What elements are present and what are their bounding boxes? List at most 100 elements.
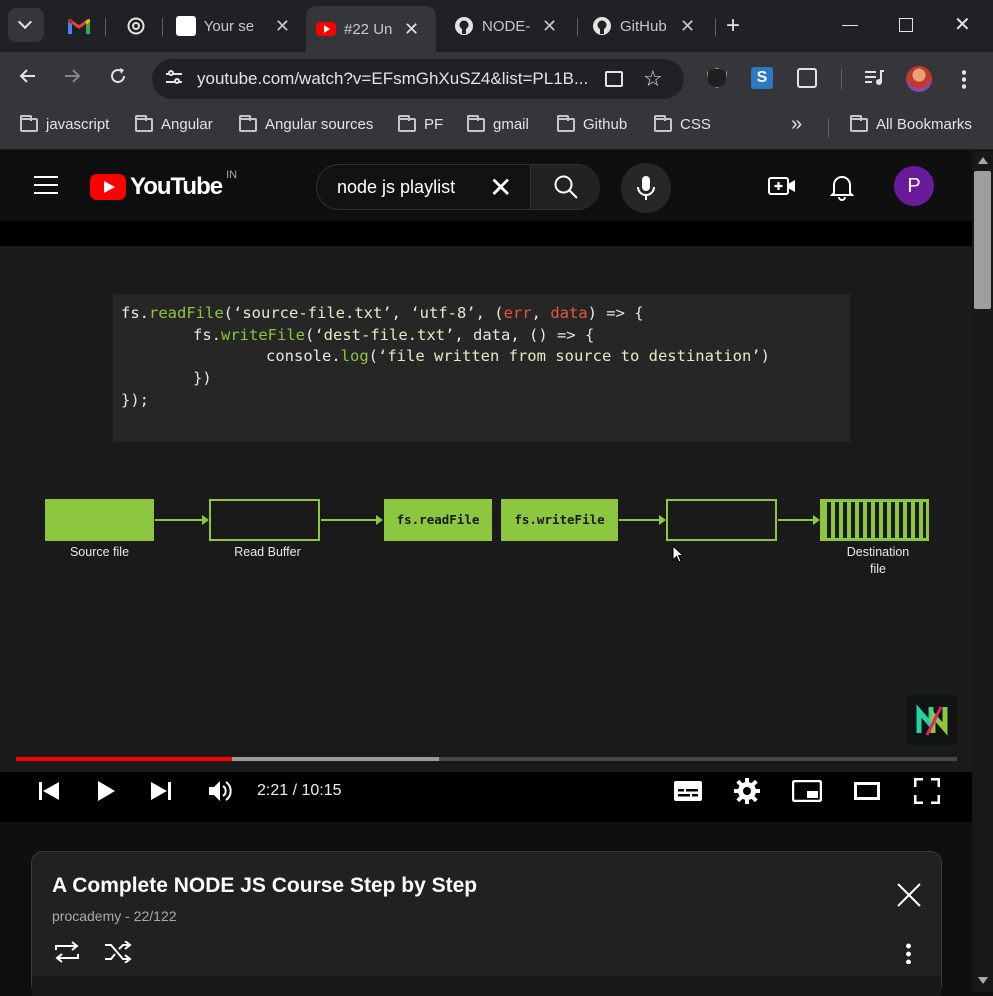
playlist-title[interactable]: A Complete NODE JS Course Step by Step	[52, 874, 477, 898]
site-settings-icon[interactable]	[164, 69, 184, 89]
extensions-puzzle-icon[interactable]	[797, 68, 817, 88]
browser-toolbar: youtube.com/watch?v=EFsmGhXuSZ4&list=PL1…	[0, 52, 993, 106]
tab-search-button[interactable]	[8, 8, 44, 42]
settings-button[interactable]	[734, 778, 760, 804]
close-icon[interactable]: ✕	[680, 16, 695, 37]
bookmark-javascript[interactable]: javascript	[20, 114, 110, 133]
arrow-4	[778, 515, 820, 525]
angular-extension-icon[interactable]	[707, 68, 727, 88]
destination-file-box	[820, 499, 929, 541]
search-icon	[554, 175, 578, 199]
media-control-icon[interactable]	[864, 69, 884, 87]
youtube-logo[interactable]: YouTube IN	[90, 169, 237, 201]
loop-playlist-button[interactable]	[52, 940, 82, 964]
arrow-3	[619, 515, 666, 525]
theater-mode-icon	[854, 782, 880, 800]
theater-mode-button[interactable]	[854, 782, 880, 800]
reload-button[interactable]	[108, 66, 128, 86]
create-button[interactable]	[768, 175, 796, 197]
tab-github[interactable]: GitHub ✕	[582, 8, 712, 44]
mute-button[interactable]	[207, 779, 233, 803]
playlist-meta[interactable]: procademy - 22/122	[52, 908, 177, 924]
channel-watermark-logo[interactable]	[907, 695, 957, 745]
readfile-label: fs.readFile	[396, 512, 480, 527]
clear-search-icon[interactable]: ✕	[489, 171, 512, 204]
bookmark-angular[interactable]: Angular	[135, 114, 213, 133]
bookmark-angular-sources[interactable]: Angular sources	[239, 114, 373, 133]
bookmark-css[interactable]: CSS	[654, 114, 711, 133]
search-box: node js playlist ✕	[316, 164, 600, 210]
folder-icon	[239, 114, 257, 132]
code-line-5: });	[121, 391, 149, 409]
account-avatar[interactable]: P	[894, 166, 934, 206]
profile-avatar[interactable]	[906, 66, 932, 92]
voice-search-button[interactable]	[621, 163, 671, 213]
arrow-1	[155, 515, 209, 525]
more-bookmarks-button[interactable]: »	[791, 113, 802, 136]
close-playlist-button[interactable]	[896, 882, 922, 908]
writefile-box: fs.writeFile	[501, 499, 618, 541]
region-code: IN	[226, 169, 238, 181]
install-app-icon[interactable]	[605, 71, 623, 87]
play-icon	[98, 781, 115, 801]
tab-label: #22 Un	[344, 20, 393, 38]
close-window-button[interactable]: ✕	[954, 12, 971, 37]
scroll-up-arrow[interactable]	[978, 157, 988, 164]
next-button[interactable]	[150, 780, 172, 802]
back-button[interactable]	[18, 66, 38, 86]
subtitles-icon	[674, 781, 702, 801]
plus-icon: +	[726, 12, 741, 39]
bookmark-pf[interactable]: PF	[398, 114, 443, 133]
s-extension-icon[interactable]: S	[751, 67, 773, 89]
forward-button[interactable]	[62, 66, 82, 86]
address-bar[interactable]: youtube.com/watch?v=EFsmGhXuSZ4&list=PL1…	[152, 59, 684, 99]
gmail-icon	[68, 18, 90, 34]
page-scrollbar[interactable]	[972, 151, 993, 992]
scrollbar-thumb[interactable]	[974, 171, 991, 309]
fullscreen-button[interactable]	[914, 778, 940, 804]
previous-button[interactable]	[38, 780, 60, 802]
url-text[interactable]: youtube.com/watch?v=EFsmGhXuSZ4&list=PL1…	[197, 69, 593, 89]
close-icon[interactable]: ✕	[404, 19, 419, 40]
search-button[interactable]	[531, 165, 600, 209]
tab-your-se[interactable]: Your se ✕	[166, 8, 300, 44]
minimize-button[interactable]	[842, 25, 858, 26]
tab-node[interactable]: NODE- ✕	[444, 8, 574, 44]
new-tab-button[interactable]: +	[726, 12, 740, 40]
shuffle-playlist-button[interactable]	[104, 941, 132, 963]
subtitles-button[interactable]	[674, 780, 702, 802]
notifications-button[interactable]	[830, 173, 854, 201]
search-input[interactable]: node js playlist	[337, 177, 455, 198]
tab-youtube-active[interactable]: #22 Un ✕	[306, 6, 436, 52]
hamburger-menu-button[interactable]	[34, 176, 58, 194]
bookmark-label: gmail	[493, 116, 529, 133]
read-buffer-label: Read Buffer	[234, 545, 301, 559]
tab-chatgpt[interactable]	[116, 8, 156, 44]
double-chevron-icon: »	[791, 113, 803, 135]
scroll-down-arrow[interactable]	[978, 977, 988, 984]
close-icon[interactable]: ✕	[542, 16, 557, 37]
bookmark-github[interactable]: Github	[557, 114, 627, 133]
bell-icon	[830, 176, 854, 201]
mouse-cursor	[672, 545, 684, 563]
code-snippet: fs.readFile(‘source-file.txt’, ‘utf-8’, …	[113, 294, 850, 442]
menu-kebab-icon[interactable]	[962, 69, 966, 89]
all-bookmarks-button[interactable]: All Bookmarks	[850, 114, 972, 133]
miniplayer-button[interactable]	[792, 780, 822, 802]
tab-gmail[interactable]	[58, 8, 100, 44]
tab-label: Your se	[203, 17, 255, 35]
github-icon	[593, 17, 611, 35]
close-icon[interactable]: ✕	[275, 16, 290, 37]
youtube-icon	[316, 22, 336, 36]
bookmark-label: javascript	[46, 116, 110, 133]
site-icon	[176, 16, 196, 36]
play-button[interactable]	[96, 780, 116, 802]
progress-bar[interactable]	[16, 757, 957, 761]
folder-icon	[557, 114, 575, 132]
bookmark-label: CSS	[680, 116, 711, 133]
playlist-more-button[interactable]	[906, 942, 911, 964]
bookmark-gmail[interactable]: gmail	[467, 114, 529, 133]
maximize-button[interactable]	[899, 18, 913, 32]
star-icon[interactable]: ☆	[643, 66, 663, 92]
code-line-2: fs.writeFile(‘dest-file.txt’, data, () =…	[193, 326, 595, 344]
